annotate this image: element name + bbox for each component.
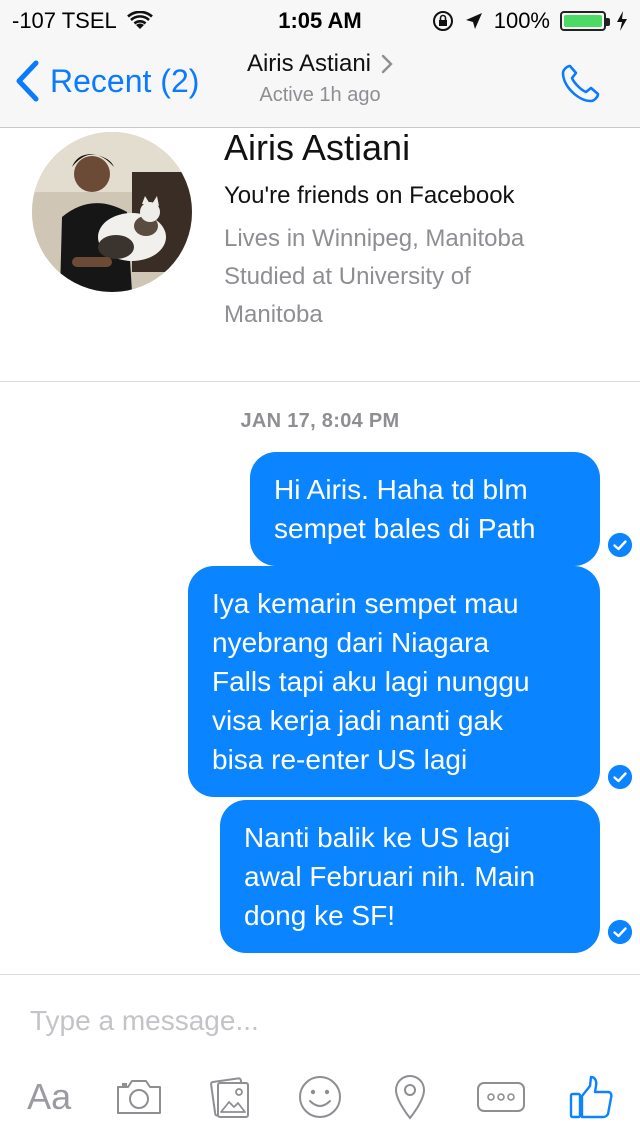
chevron-right-icon <box>381 54 393 74</box>
location-button[interactable] <box>378 1067 442 1127</box>
conversation-header[interactable]: Airis Astiani Active 1h ago <box>200 50 440 107</box>
location-pin-icon <box>395 1075 426 1120</box>
message-line: Nanti balik ke US lagi <box>244 822 511 853</box>
message-list[interactable]: JAN 17, 8:04 PM Hi Airis. Haha td blm se… <box>0 382 640 976</box>
message-composer: Aa <box>0 975 640 1136</box>
seen-check-icon <box>608 920 632 944</box>
rotation-lock-icon <box>432 11 453 31</box>
top-bar: -107 TSEL 1:05 AM 100% Recent (2) Airis … <box>0 0 640 128</box>
battery-percent: 100% <box>493 8 550 33</box>
battery-icon <box>560 11 610 31</box>
profile-name: Airis Astiani <box>224 127 411 168</box>
profile-photo <box>32 132 192 292</box>
camera-icon <box>117 1080 162 1114</box>
camera-button[interactable] <box>107 1067 171 1127</box>
nav-bar: Recent (2) Airis Astiani Active 1h ago <box>0 40 640 128</box>
composer-toolbar: Aa <box>0 1067 640 1127</box>
message-line: Iya kemarin sempet mau <box>212 588 519 619</box>
friend-status: You're friends on Facebook <box>224 182 515 209</box>
text-format-button[interactable]: Aa <box>17 1067 81 1127</box>
outgoing-message-bubble[interactable]: Iya kemarin sempet mau nyebrang dari Nia… <box>188 566 600 797</box>
sticker-button[interactable] <box>288 1067 352 1127</box>
photos-icon <box>209 1077 249 1118</box>
profile-details: Lives in Winnipeg, Manitoba Studied at U… <box>224 220 624 334</box>
message-line: awal Februari nih. Main <box>244 861 536 892</box>
message-line: Hi Airis. Haha td blm <box>274 474 528 505</box>
seen-check-icon <box>608 533 632 557</box>
profile-detail-line: Manitoba <box>224 301 323 328</box>
smiley-icon <box>298 1076 341 1118</box>
message-input[interactable] <box>30 1001 610 1041</box>
profile-detail-line: Studied at University of <box>224 263 471 290</box>
outgoing-message-bubble[interactable]: Nanti balik ke US lagi awal Februari nih… <box>220 800 600 953</box>
location-arrow-icon <box>465 13 482 29</box>
phone-call-button[interactable] <box>556 60 604 108</box>
chevron-left-icon <box>16 60 39 102</box>
back-button-label: Recent (2) <box>50 62 200 99</box>
status-right: 100% <box>432 8 628 34</box>
message-line: Falls tapi aku lagi nunggu <box>212 666 530 697</box>
seen-check-icon <box>608 765 632 789</box>
status-bar: -107 TSEL 1:05 AM 100% <box>0 0 640 40</box>
text-format-icon: Aa <box>27 1076 72 1117</box>
back-button[interactable]: Recent (2) <box>14 60 199 102</box>
profile-avatar[interactable] <box>32 132 192 292</box>
contact-title: Airis Astiani <box>247 50 393 78</box>
more-options-button[interactable] <box>469 1067 533 1127</box>
message-line: visa kerja jadi nanti gak <box>212 705 504 736</box>
more-icon <box>476 1082 525 1112</box>
message-line: sempet bales di Path <box>274 513 536 544</box>
active-status: Active 1h ago <box>259 84 381 106</box>
contact-title-text: Airis Astiani <box>246 50 372 77</box>
message-line: dong ke SF! <box>244 900 395 931</box>
message-timestamp: JAN 17, 8:04 PM <box>240 410 400 432</box>
thumbs-up-icon <box>569 1075 613 1119</box>
message-line: nyebrang dari Niagara <box>212 627 490 658</box>
outgoing-message-bubble[interactable]: Hi Airis. Haha td blm sempet bales di Pa… <box>250 452 600 566</box>
charging-bolt-icon <box>617 11 627 31</box>
message-line: bisa re-enter US lagi <box>212 744 468 775</box>
profile-header: Airis Astiani You're friends on Facebook… <box>0 128 640 382</box>
photo-gallery-button[interactable] <box>198 1067 262 1127</box>
profile-info: Airis Astiani You're friends on Facebook… <box>224 128 624 334</box>
like-button[interactable] <box>559 1067 623 1127</box>
profile-detail-line: Lives in Winnipeg, Manitoba <box>224 225 525 252</box>
